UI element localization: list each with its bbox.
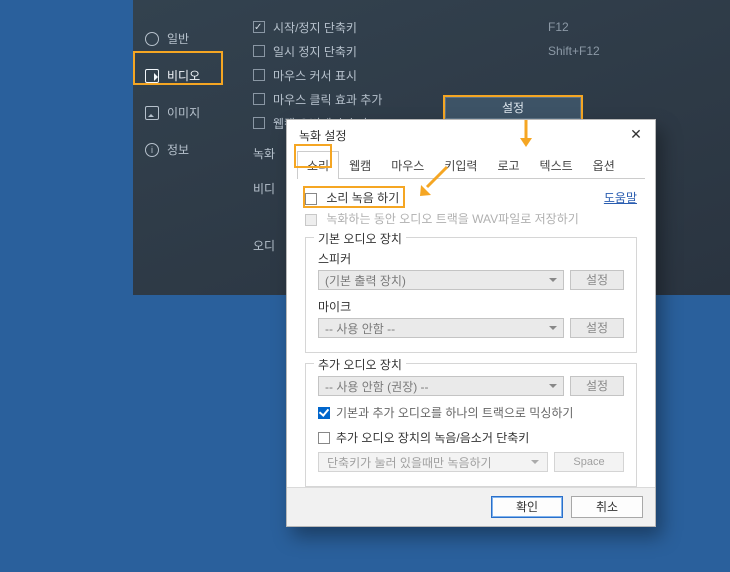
group-title-basic: 기본 오디오 장치: [314, 230, 406, 247]
group-title-extra: 추가 오디오 장치: [314, 356, 406, 373]
opt-label: 일시 정지 단축키: [273, 43, 357, 60]
opt-label: 마우스 클릭 효과 추가: [273, 91, 382, 108]
checkbox-icon: [253, 21, 265, 33]
tab-option[interactable]: 옵션: [583, 151, 625, 179]
cancel-button[interactable]: 취소: [571, 496, 643, 518]
truncated-section-labels: 녹화 비디 오디: [253, 145, 275, 254]
checkbox-icon: [253, 45, 265, 57]
settings-button[interactable]: 설정: [445, 97, 581, 119]
info-icon: i: [145, 143, 159, 157]
ok-button[interactable]: 확인: [491, 496, 563, 518]
sidebar-item-image[interactable]: 이미지: [133, 94, 238, 131]
tab-text[interactable]: 텍스트: [530, 151, 583, 179]
basic-audio-group: 기본 오디오 장치 스피커 (기본 출력 장치) 설정 마이크 -- 사용 안함…: [305, 237, 637, 353]
opt-key: F12: [548, 20, 569, 34]
mic-select[interactable]: -- 사용 안함 --: [318, 318, 564, 338]
extra-audio-select[interactable]: -- 사용 안함 (권장) --: [318, 376, 564, 396]
sidebar-item-label: 이미지: [167, 104, 200, 121]
gear-icon: [145, 32, 159, 46]
mix-checkbox-row[interactable]: 기본과 추가 오디오를 하나의 트랙으로 믹싱하기: [318, 404, 624, 421]
speaker-label: 스피커: [318, 250, 624, 267]
sidebar-item-general[interactable]: 일반: [133, 20, 238, 57]
opt-pause-hotkey[interactable]: 일시 정지 단축키 Shift+F12: [253, 39, 720, 63]
label-audio: 오디: [253, 237, 275, 254]
checkbox-icon: [253, 93, 265, 105]
dialog-title-text: 녹화 설정: [299, 127, 347, 144]
checkbox-icon: [253, 117, 265, 129]
checkbox-icon: [318, 407, 330, 419]
label-video: 비디: [253, 180, 275, 197]
opt-mouse-cursor[interactable]: 마우스 커서 표시: [253, 63, 720, 87]
dialog-tabs: 소리 웹캠 마우스 키입력 로고 텍스트 옵션: [297, 150, 645, 179]
sidebar-item-label: 일반: [167, 30, 189, 47]
extra-audio-group: 추가 오디오 장치 -- 사용 안함 (권장) -- 설정 기본과 추가 오디오…: [305, 363, 637, 487]
extra-audio-value: -- 사용 안함 (권장) --: [325, 378, 429, 395]
record-sound-label: 소리 녹음 하기: [326, 191, 399, 205]
sidebar-item-label: 정보: [167, 141, 189, 158]
help-link[interactable]: 도움말: [604, 189, 637, 206]
opt-label: 마우스 커서 표시: [273, 67, 357, 84]
close-icon[interactable]: ✕: [627, 126, 645, 144]
arrow-icon: [417, 165, 451, 199]
sidebar-item-info[interactable]: i 정보: [133, 131, 238, 168]
mic-settings-button[interactable]: 설정: [570, 318, 624, 338]
wav-save-label: 녹화하는 동안 오디오 트랙을 WAV파일로 저장하기: [326, 212, 578, 226]
sidebar-item-label: 비디오: [167, 67, 200, 84]
opt-start-stop-hotkey[interactable]: 시작/정지 단축키 F12: [253, 15, 720, 39]
record-settings-dialog: 녹화 설정 ✕ 소리 웹캠 마우스 키입력 로고 텍스트 옵션 소리 녹음 하기…: [286, 119, 656, 527]
hotkey-key-field[interactable]: Space: [554, 452, 624, 472]
image-icon: [145, 106, 159, 120]
sidebar-item-video[interactable]: 비디오: [133, 57, 238, 94]
mix-label: 기본과 추가 오디오를 하나의 트랙으로 믹싱하기: [336, 404, 573, 421]
speaker-select[interactable]: (기본 출력 장치): [318, 270, 564, 290]
checkbox-icon: [305, 214, 317, 226]
opt-key: Shift+F12: [548, 44, 600, 58]
mic-label: 마이크: [318, 298, 624, 315]
dialog-titlebar: 녹화 설정 ✕: [287, 120, 655, 146]
opt-label: 시작/정지 단축키: [273, 19, 357, 36]
tab-webcam[interactable]: 웹캠: [339, 151, 381, 179]
hotkey-checkbox-row[interactable]: 추가 오디오 장치의 녹음/음소거 단축키: [318, 429, 624, 446]
hotkey-label: 추가 오디오 장치의 녹음/음소거 단축키: [336, 429, 529, 446]
speaker-settings-button[interactable]: 설정: [570, 270, 624, 290]
extra-settings-button[interactable]: 설정: [570, 376, 624, 396]
sidebar: 일반 비디오 이미지 i 정보: [133, 0, 238, 295]
speaker-value: (기본 출력 장치): [325, 272, 406, 289]
tab-logo[interactable]: 로고: [487, 151, 529, 179]
arrow-icon: [518, 120, 534, 148]
checkbox-icon: [305, 193, 317, 205]
checkbox-icon: [253, 69, 265, 81]
hotkey-mode-value: 단축키가 눌러 있을때만 녹음하기: [327, 454, 492, 471]
checkbox-icon: [318, 432, 330, 444]
tab-sound[interactable]: 소리: [297, 151, 339, 179]
record-sound-checkbox[interactable]: 소리 녹음 하기: [305, 189, 399, 206]
video-icon: [145, 69, 159, 83]
mic-value: -- 사용 안함 --: [325, 320, 395, 337]
hotkey-mode-select[interactable]: 단축키가 눌러 있을때만 녹음하기: [318, 452, 548, 472]
label-record: 녹화: [253, 145, 275, 162]
dialog-body: 소리 녹음 하기 도움말 녹화하는 동안 오디오 트랙을 WAV파일로 저장하기…: [287, 179, 655, 493]
dialog-footer: 확인 취소: [287, 487, 655, 526]
